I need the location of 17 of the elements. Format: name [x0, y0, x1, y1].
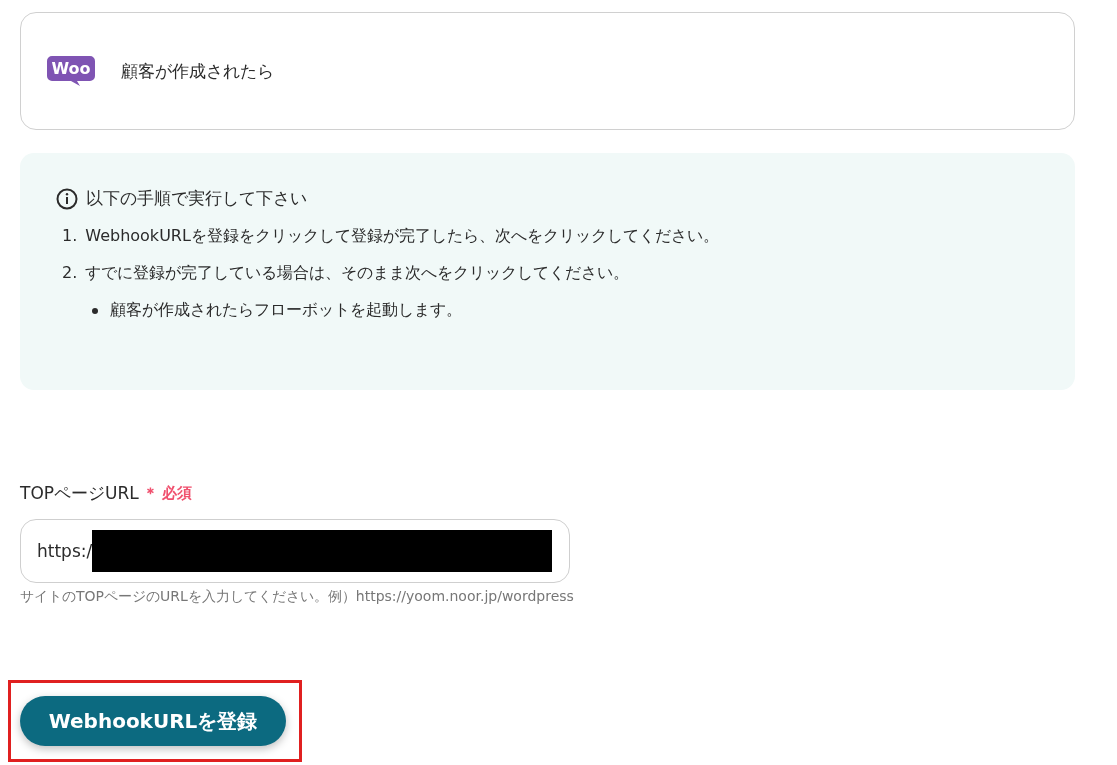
step-text: WebhookURLを登録をクリックして登録が完了したら、次へをクリックしてください。	[85, 226, 719, 247]
url-input[interactable]: https:/	[20, 519, 570, 583]
required-label: 必須	[161, 484, 192, 503]
field-label: TOPページURL	[20, 482, 139, 505]
instructions-title: 以下の手順で実行して下さい	[86, 187, 307, 210]
required-mark: ＊	[142, 484, 158, 503]
woo-logo: Woo	[47, 56, 95, 86]
field-hint: サイトのTOPページのURLを入力してください。例）https://yoom.noor.jp/wordpress	[20, 588, 575, 606]
bullet-text: 顧客が作成されたらフローボットを起動します。	[110, 300, 462, 321]
input-value: https:/	[37, 541, 93, 561]
step-number: 2.	[62, 263, 78, 284]
step-number: 1.	[62, 226, 78, 247]
trigger-label: 顧客が作成されたら	[121, 59, 274, 83]
step-text: すでに登録が完了している場合は、そのまま次へをクリックしてください。	[85, 263, 630, 284]
info-icon	[56, 187, 78, 210]
register-webhook-button[interactable]: WebhookURLを登録	[20, 696, 286, 746]
bullet-dot	[92, 307, 98, 314]
